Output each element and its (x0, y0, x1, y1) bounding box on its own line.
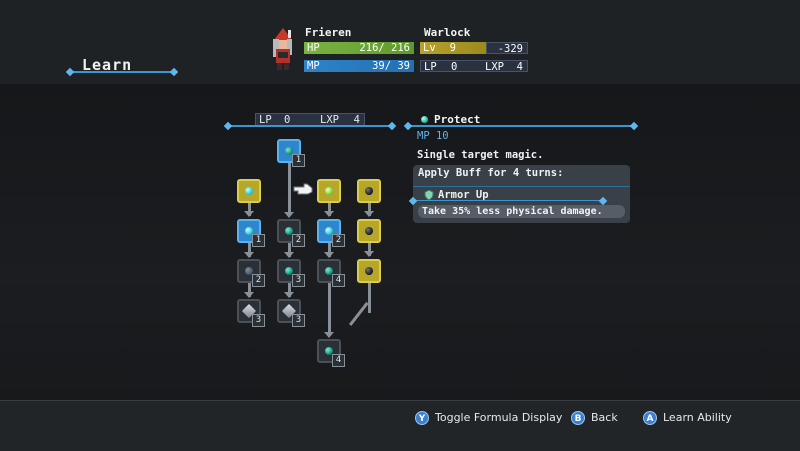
hint-toggle-formula[interactable]: Y Toggle Formula Display (415, 410, 562, 426)
b-button-icon: B (571, 411, 585, 425)
skill-node[interactable]: 3 (237, 299, 265, 327)
skill-node[interactable] (357, 179, 381, 203)
skill-node[interactable]: 4 (317, 339, 345, 367)
connector (288, 163, 291, 215)
lv-label: Lv (423, 42, 436, 54)
buff-divider (413, 186, 630, 187)
connector-arrow (364, 211, 374, 217)
skill-node[interactable]: 2 (237, 259, 265, 287)
connector-arrow (324, 211, 334, 217)
hint-learn-ability[interactable]: A Learn Ability (643, 410, 732, 426)
pointer-hand-icon (293, 183, 313, 195)
lv-next-value: -329 (497, 43, 523, 55)
hint-label: Learn Ability (663, 411, 732, 424)
armor-up-icon (424, 190, 434, 200)
hp-label: HP (307, 42, 320, 54)
main-area (0, 84, 800, 400)
node-badge: 4 (332, 354, 345, 367)
connector-arrow (284, 212, 294, 218)
mp-bar: MP 39/ 39 (304, 60, 414, 72)
hp-value: 216/ 216 (359, 42, 410, 54)
skill-mp-cost: MP 10 (417, 130, 449, 142)
hint-label: Back (591, 411, 618, 424)
lxp-label: LXP (485, 61, 504, 73)
skill-node[interactable]: 1 (277, 139, 305, 167)
connector-arrow (244, 292, 254, 298)
node-badge: 1 (292, 154, 305, 167)
connector (328, 283, 331, 335)
connector-arrow (324, 252, 334, 258)
connector-arrow (244, 211, 254, 217)
orb-icon (325, 187, 333, 195)
exp-to-next: -329 (486, 42, 528, 55)
level-bar: Lv 9 (420, 42, 486, 54)
skill-node[interactable]: 2 (317, 219, 345, 247)
node-badge: 3 (252, 314, 265, 327)
character-sprite (273, 28, 292, 70)
buff-heading: Apply Buff for 4 turns: (418, 167, 564, 179)
tree-header-line (228, 125, 392, 127)
node-badge: 4 (332, 274, 345, 287)
skill-node[interactable]: 3 (277, 259, 305, 287)
node-badge: 2 (332, 234, 345, 247)
lxp-value: 4 (516, 61, 523, 73)
node-badge: 3 (292, 314, 305, 327)
skill-orb-icon (421, 116, 428, 123)
connector-arrow (324, 332, 334, 338)
skill-node[interactable]: 1 (237, 219, 265, 247)
hp-bar: HP 216/ 216 (304, 42, 414, 54)
node-badge: 2 (252, 274, 265, 287)
skill-node[interactable] (237, 179, 261, 203)
mp-label: MP (307, 60, 320, 72)
skill-node[interactable] (357, 219, 381, 243)
connector-arrow (244, 252, 254, 258)
skill-target: Single target magic. (417, 149, 544, 161)
a-button-icon: A (643, 411, 657, 425)
connector-arrow (364, 251, 374, 257)
skill-node[interactable]: 3 (277, 299, 305, 327)
lp-value: 0 (451, 61, 458, 73)
connector-arrow (284, 252, 294, 258)
connector (368, 283, 371, 313)
node-badge: 2 (292, 234, 305, 247)
buff-box: Apply Buff for 4 turns: Armor Up Take 35… (413, 165, 630, 223)
lv-value: 9 (449, 42, 456, 54)
buff-separator (413, 200, 603, 201)
node-badge: 3 (292, 274, 305, 287)
character-job: Warlock (424, 26, 471, 39)
y-button-icon: Y (415, 411, 429, 425)
skill-node[interactable]: 2 (277, 219, 305, 247)
skill-node[interactable]: 4 (317, 259, 345, 287)
buff-description: Take 35% less physical damage. (418, 205, 625, 218)
hint-label: Toggle Formula Display (435, 411, 563, 424)
skill-node-selected[interactable] (317, 179, 341, 203)
skill-node[interactable] (357, 259, 381, 283)
node-badge: 1 (252, 234, 265, 247)
title-underline (70, 71, 174, 73)
character-name: Frieren (305, 26, 352, 39)
orb-icon (365, 187, 373, 195)
connector-arrow (284, 292, 294, 298)
mp-value: 39/ 39 (372, 60, 410, 72)
skill-header-line (408, 125, 634, 127)
lp-bar: LP 0 LXP 4 (420, 60, 528, 73)
lp-label: LP (424, 61, 437, 73)
orb-icon (365, 267, 373, 275)
orb-icon (365, 227, 373, 235)
orb-icon (245, 187, 253, 195)
hint-back[interactable]: B Back (571, 410, 618, 426)
